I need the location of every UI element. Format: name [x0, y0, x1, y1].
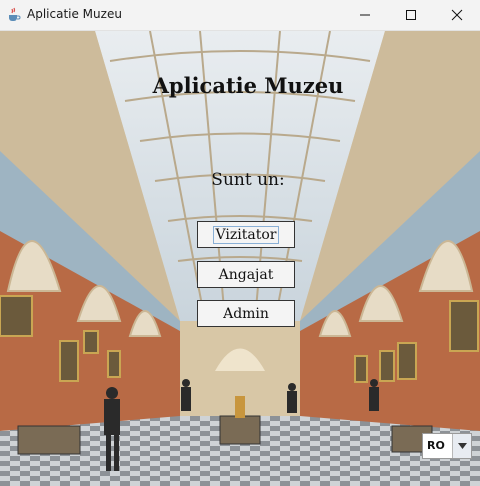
java-cup-icon	[9, 7, 21, 21]
language-select[interactable]: RO	[422, 433, 472, 459]
maximize-button[interactable]	[388, 0, 434, 30]
title-bar[interactable]: Aplicatie Muzeu	[0, 0, 480, 31]
chevron-down-icon	[457, 443, 467, 449]
maximize-icon	[406, 10, 416, 20]
page-title: Aplicatie Muzeu	[152, 73, 344, 98]
window-title: Aplicatie Muzeu	[27, 7, 122, 21]
visitor-button[interactable]: Vizitator	[197, 221, 295, 248]
close-icon	[451, 9, 463, 21]
minimize-icon	[360, 14, 370, 16]
visitor-button-label: Vizitator	[212, 225, 280, 244]
employee-button[interactable]: Angajat	[197, 261, 295, 288]
language-dropdown-button[interactable]	[452, 434, 471, 458]
language-value: RO	[427, 439, 445, 452]
close-button[interactable]	[434, 0, 480, 30]
admin-button-label: Admin	[223, 305, 269, 322]
role-prompt: Sunt un:	[211, 170, 285, 190]
employee-button-label: Angajat	[218, 266, 274, 283]
main-panel: Aplicatie Muzeu Sunt un: Vizitator Angaj…	[0, 31, 480, 486]
admin-button[interactable]: Admin	[197, 300, 295, 327]
minimize-button[interactable]	[342, 0, 388, 30]
museum-gallery-image	[0, 31, 480, 486]
app-window: Aplicatie Muzeu Aplicatie Muzeu Sunt un:…	[0, 0, 480, 486]
